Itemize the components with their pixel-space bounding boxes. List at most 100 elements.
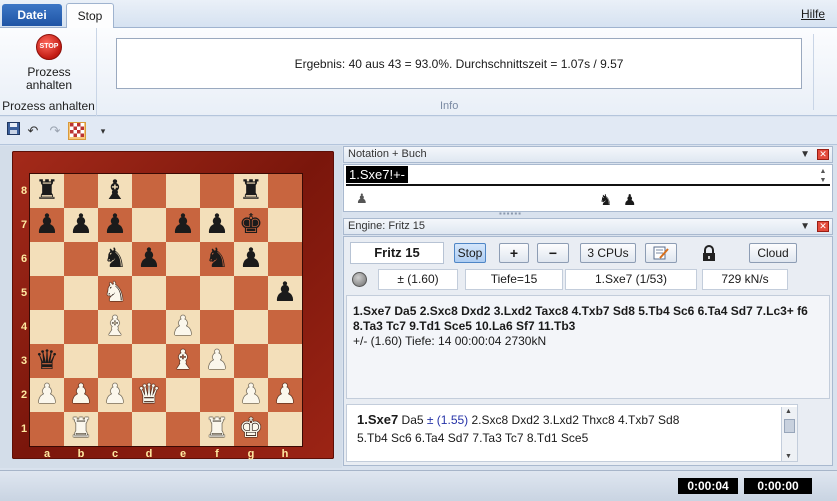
close-icon[interactable]: ✕ (817, 149, 829, 160)
square-f3[interactable]: ♟ (200, 344, 234, 378)
remove-engine-button[interactable]: − (537, 243, 569, 263)
white-queen-icon[interactable]: ♛ (137, 379, 161, 410)
square-g8[interactable]: ♜ (234, 174, 268, 208)
black-pawn-icon[interactable]: ♟ (239, 243, 263, 274)
square-g4[interactable] (234, 310, 268, 344)
white-rook-icon[interactable]: ♜ (69, 413, 93, 444)
black-pawn-icon[interactable]: ♟ (273, 277, 297, 308)
close-icon[interactable]: ✕ (817, 221, 829, 232)
square-d2[interactable]: ♛ (132, 378, 166, 412)
square-d5[interactable] (132, 276, 166, 310)
pane-menu-arrow-icon[interactable]: ▼ (800, 219, 810, 234)
square-f6[interactable]: ♞ (200, 242, 234, 276)
square-d4[interactable] (132, 310, 166, 344)
square-c6[interactable]: ♞ (98, 242, 132, 276)
tab-stop[interactable]: Stop (66, 3, 114, 29)
save-icon[interactable] (4, 122, 22, 140)
black-queen-icon[interactable]: ♛ (35, 345, 59, 376)
stop-process-button[interactable]: STOP Prozess anhalten (8, 34, 90, 94)
square-a4[interactable] (30, 310, 64, 344)
square-b1[interactable]: ♜ (64, 412, 98, 446)
square-a8[interactable]: ♜ (30, 174, 64, 208)
square-b3[interactable] (64, 344, 98, 378)
square-h6[interactable] (268, 242, 302, 276)
black-pawn-icon[interactable]: ♟ (103, 209, 127, 240)
splitter-grip[interactable]: ▪▪▪▪▪▪ (499, 209, 522, 218)
white-pawn-icon[interactable]: ♟ (205, 345, 229, 376)
cloud-button[interactable]: Cloud (749, 243, 797, 263)
square-e5[interactable] (166, 276, 200, 310)
undo-icon[interactable]: ↶ (24, 122, 42, 140)
notation-scroll-arrows[interactable]: ▲ ▼ (816, 167, 830, 186)
variation-list[interactable]: 1.Sxe7 Da5 ± (1.55) 2.Sxc8 Dxd2 3.Lxd2 T… (346, 404, 798, 462)
square-c1[interactable] (98, 412, 132, 446)
engine-name[interactable]: Fritz 15 (350, 242, 444, 264)
tab-file[interactable]: Datei (2, 4, 62, 26)
square-g5[interactable] (234, 276, 268, 310)
square-a1[interactable] (30, 412, 64, 446)
current-move[interactable]: 1.Sxe7!+- (346, 166, 409, 183)
white-pawn-icon[interactable]: ♟ (239, 379, 263, 410)
square-g1[interactable]: ♚ (234, 412, 268, 446)
square-f2[interactable] (200, 378, 234, 412)
help-link[interactable]: Hilfe (801, 7, 825, 21)
square-d7[interactable] (132, 208, 166, 242)
square-f7[interactable]: ♟ (200, 208, 234, 242)
square-b6[interactable] (64, 242, 98, 276)
black-pawn-icon[interactable]: ♟ (35, 209, 59, 240)
square-a7[interactable]: ♟ (30, 208, 64, 242)
white-rook-icon[interactable]: ♜ (205, 413, 229, 444)
white-pawn-icon[interactable]: ♟ (171, 311, 195, 342)
redo-icon[interactable]: ↷ (46, 122, 64, 140)
white-bishop-icon[interactable]: ♝ (103, 311, 127, 342)
variation-first-move[interactable]: 1.Sxe7 (357, 412, 398, 427)
square-e7[interactable]: ♟ (166, 208, 200, 242)
square-a2[interactable]: ♟ (30, 378, 64, 412)
square-b7[interactable]: ♟ (64, 208, 98, 242)
square-d3[interactable] (132, 344, 166, 378)
black-knight-icon[interactable]: ♞ (103, 243, 127, 274)
notation-line[interactable]: 1.Sxe7!+- (346, 166, 830, 186)
black-pawn-icon[interactable]: ♟ (69, 209, 93, 240)
square-b4[interactable] (64, 310, 98, 344)
square-d1[interactable] (132, 412, 166, 446)
square-a6[interactable] (30, 242, 64, 276)
square-h7[interactable] (268, 208, 302, 242)
square-b5[interactable] (64, 276, 98, 310)
white-pawn-icon[interactable]: ♟ (103, 379, 127, 410)
square-h8[interactable] (268, 174, 302, 208)
engine-stop-button[interactable]: Stop (454, 243, 486, 263)
scroll-up-icon[interactable]: ▲ (785, 408, 792, 415)
square-h1[interactable] (268, 412, 302, 446)
black-bishop-icon[interactable]: ♝ (103, 175, 127, 206)
scroll-down-icon[interactable]: ▼ (785, 453, 792, 460)
square-f8[interactable] (200, 174, 234, 208)
black-king-icon[interactable]: ♚ (239, 209, 263, 240)
square-d8[interactable] (132, 174, 166, 208)
white-bishop-icon[interactable]: ♝ (171, 345, 195, 376)
square-c7[interactable]: ♟ (98, 208, 132, 242)
chessboard-icon[interactable] (68, 122, 86, 140)
black-knight-icon[interactable]: ♞ (205, 243, 229, 274)
variation-scrollbar[interactable]: ▲ ▼ (781, 407, 797, 461)
black-rook-icon[interactable]: ♜ (35, 175, 59, 206)
square-d6[interactable]: ♟ (132, 242, 166, 276)
cpus-button[interactable]: 3 CPUs (580, 243, 636, 263)
square-e2[interactable] (166, 378, 200, 412)
lock-icon[interactable] (702, 245, 718, 262)
square-f5[interactable] (200, 276, 234, 310)
square-g7[interactable]: ♚ (234, 208, 268, 242)
square-e3[interactable]: ♝ (166, 344, 200, 378)
add-engine-button[interactable]: + (499, 243, 529, 263)
customize-toolbar-icon[interactable]: ▾ (94, 122, 112, 140)
square-h2[interactable]: ♟ (268, 378, 302, 412)
square-b2[interactable]: ♟ (64, 378, 98, 412)
square-g2[interactable]: ♟ (234, 378, 268, 412)
square-g3[interactable] (234, 344, 268, 378)
square-c3[interactable] (98, 344, 132, 378)
chessboard[interactable]: ♜ ♝ ♜ ♟ ♟ ♟ ♟ ♟ ♚ ♞ ♟ ♞ ♟ ♞ ♟ ♝ ♟ ♛ ♝ ♟ ♟ ♟ ♟ ♛ ♟ ♟ ♜ ♜ ♚ (30, 174, 302, 446)
pane-menu-arrow-icon[interactable]: ▼ (800, 147, 810, 162)
notepad-icon[interactable] (645, 243, 677, 263)
white-pawn-icon[interactable]: ♟ (35, 379, 59, 410)
square-f4[interactable] (200, 310, 234, 344)
